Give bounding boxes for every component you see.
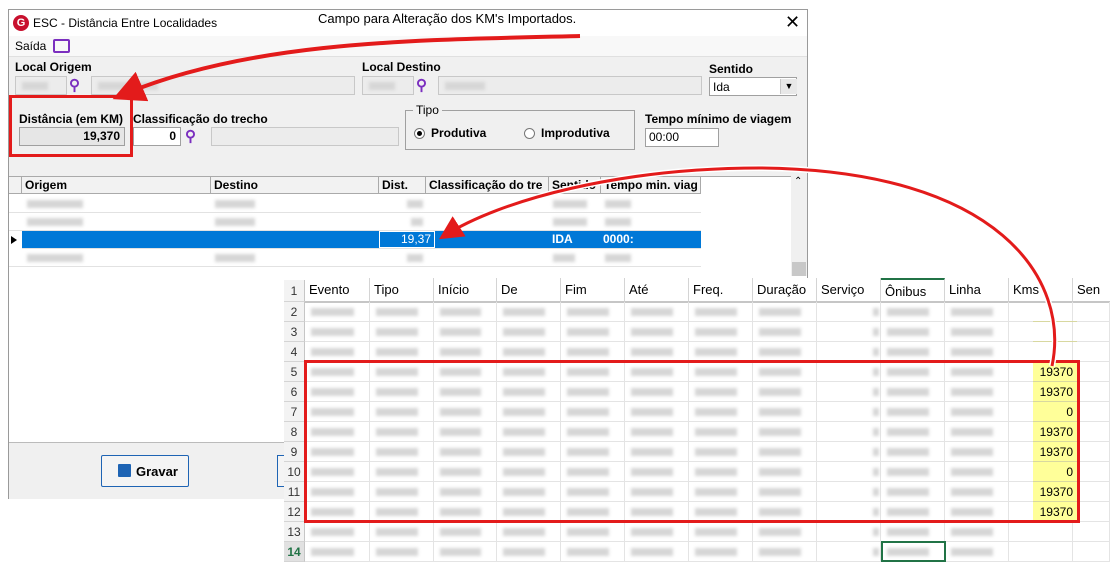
arrow-to-distancia — [112, 34, 581, 102]
callout-text: Campo para Alteração dos KM's Importados… — [318, 11, 577, 26]
arrow-to-grid-distance — [438, 166, 1057, 367]
annotation-arrows — [112, 34, 1058, 367]
